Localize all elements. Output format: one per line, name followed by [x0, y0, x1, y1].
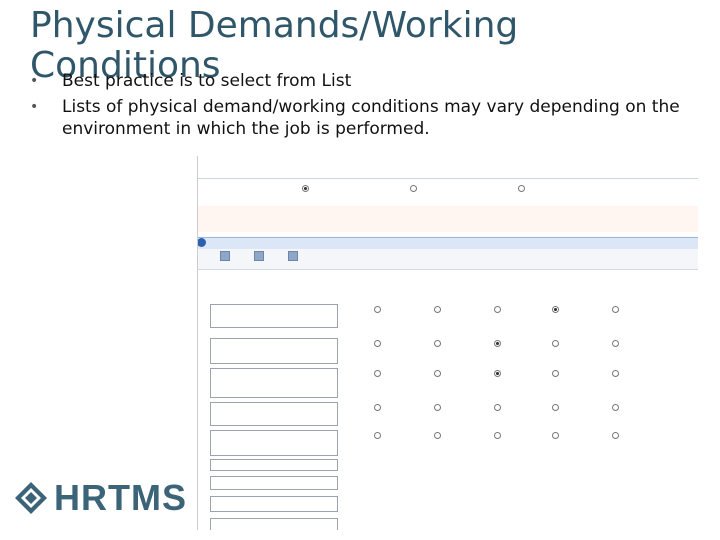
frequency-radio[interactable]: [494, 306, 501, 313]
table-row: [210, 368, 698, 398]
table-row: [210, 338, 698, 364]
column-headers: [198, 293, 698, 303]
table-row: [210, 496, 698, 512]
frequency-radio[interactable]: [552, 340, 559, 347]
demand-cell: [210, 368, 338, 398]
table-row: [210, 459, 698, 471]
notice-panel: [198, 206, 698, 232]
bullet-item: • Best practice is to select from List: [30, 70, 700, 92]
table-row: [210, 518, 698, 530]
table-row: [210, 304, 698, 328]
radio-selected-icon[interactable]: [302, 185, 309, 192]
reset-icon: [220, 251, 230, 261]
frequency-radio[interactable]: [612, 404, 619, 411]
demand-cell: [210, 518, 338, 530]
bullet-dot-icon: •: [30, 99, 39, 115]
bullet-text: Lists of physical demand/working conditi…: [62, 97, 680, 139]
save-to-list-button[interactable]: [244, 251, 274, 262]
frequency-radio[interactable]: [612, 370, 619, 377]
logo-text: HRTMS: [54, 477, 187, 518]
table-row: [210, 402, 698, 426]
bullet-dot-icon: •: [30, 73, 39, 89]
bullet-text: Best practice is to select from List: [62, 71, 352, 91]
frequency-radio[interactable]: [494, 340, 501, 347]
bullet-item: • Lists of physical demand/working condit…: [30, 96, 700, 140]
help-button[interactable]: [278, 251, 308, 262]
table-row: [210, 430, 698, 456]
info-icon: [198, 238, 206, 247]
table-row: [210, 476, 698, 490]
frequency-radio[interactable]: [612, 306, 619, 313]
demand-cell: [210, 430, 338, 456]
frequency-radio[interactable]: [552, 432, 559, 439]
frequency-radio[interactable]: [612, 432, 619, 439]
ada-selection-row: [198, 182, 698, 194]
frequency-radio[interactable]: [494, 432, 501, 439]
frequency-radio[interactable]: [374, 306, 381, 313]
frequency-radio[interactable]: [374, 432, 381, 439]
compliance-note: [198, 272, 698, 288]
physical-demands-header: [198, 237, 698, 249]
demand-cell: [210, 338, 338, 364]
radio-icon[interactable]: [410, 185, 417, 192]
demand-cell: [210, 496, 338, 512]
bullet-list: • Best practice is to select from List • L…: [30, 70, 700, 140]
demand-cell: [210, 402, 338, 426]
settings-header: [198, 168, 698, 179]
frequency-radio[interactable]: [374, 340, 381, 347]
toolbar: [198, 249, 698, 270]
hrtms-logo: HRTMS: [14, 478, 204, 518]
frequency-radio[interactable]: [374, 404, 381, 411]
frequency-radio[interactable]: [434, 340, 441, 347]
save-icon: [254, 251, 264, 261]
office-environment-option[interactable]: [302, 185, 309, 192]
frequency-radio[interactable]: [374, 370, 381, 377]
help-icon: [288, 251, 298, 261]
reset-to-default-button[interactable]: [210, 251, 240, 262]
frequency-radio[interactable]: [494, 370, 501, 377]
frequency-radio[interactable]: [552, 306, 559, 313]
lab-environment-option[interactable]: [410, 185, 417, 192]
radio-icon[interactable]: [518, 185, 525, 192]
frequency-radio[interactable]: [434, 306, 441, 313]
frequency-radio[interactable]: [434, 404, 441, 411]
frequency-radio[interactable]: [552, 404, 559, 411]
frequency-radio[interactable]: [552, 370, 559, 377]
embedded-app-screenshot: [197, 156, 698, 530]
demand-cell: [210, 304, 338, 328]
frequency-radio[interactable]: [494, 404, 501, 411]
frequency-radio[interactable]: [434, 370, 441, 377]
hrtms-diamond-icon: [15, 482, 47, 514]
frequency-radio[interactable]: [434, 432, 441, 439]
demand-cell: [210, 476, 338, 490]
demand-cell: [210, 459, 338, 471]
other-environment-option[interactable]: [518, 185, 525, 192]
frequency-radio[interactable]: [612, 340, 619, 347]
